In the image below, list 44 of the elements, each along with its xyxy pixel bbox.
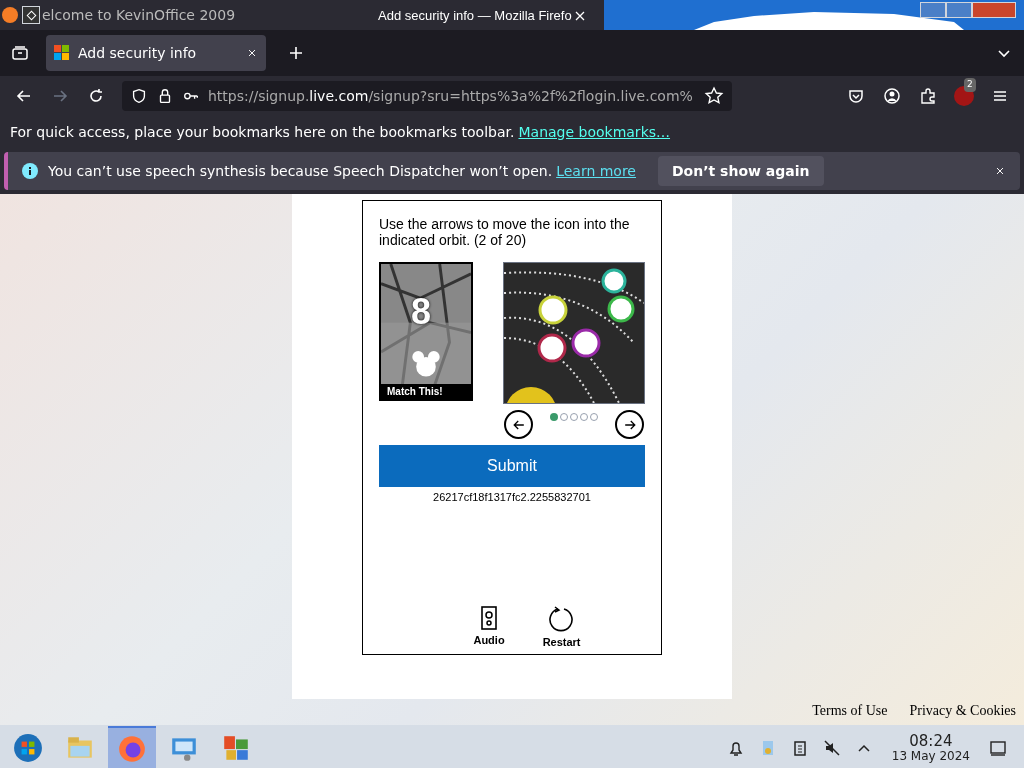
close-notification-icon[interactable] [994,165,1006,177]
browser-tab[interactable]: Add security info [46,35,266,71]
session-id: 26217cf18f1317fc2.2255832701 [432,490,592,505]
url-text: https://signup.live.com/signup?sru=https%3a%2f%2flogin.live.com% [208,86,694,106]
manage-bookmarks-link[interactable]: Manage bookmarks… [518,121,671,143]
restart-icon [548,605,575,632]
info-icon [22,163,38,179]
captcha-instructions: Use the arrows to move the icon into the indicated orbit. (2 of 20) [379,216,631,248]
tab-list-icon[interactable] [10,43,30,63]
mute-icon[interactable] [821,738,842,758]
microsoft-logo-icon [54,45,70,61]
extension-badge: 2 [964,78,976,92]
show-desktop-icon[interactable] [988,738,1008,758]
window-title: Add security info — Mozilla Firefo [378,7,572,25]
extensions-icon[interactable] [918,86,938,106]
clock-time[interactable]: 08:24 [909,734,953,749]
address-bar[interactable]: https://signup.live.com/signup?sru=https%3a%2f%2flogin.live.com% [122,81,732,111]
window-icon [2,7,18,23]
bookmarks-hint: For quick access, place your bookmarks here on the bookmarks toolbar. [10,122,515,142]
footer-link[interactable]: Terms of Use [812,700,888,721]
audio-button[interactable]: Audio [473,605,505,650]
window-menu-icon[interactable] [22,6,40,24]
right-arrow-button[interactable] [615,410,644,439]
footer-link[interactable]: Privacy & Cookies [909,700,1016,721]
left-arrow-button[interactable] [504,410,533,439]
notification-text: You can’t use speech synthesis because Speech Dispatcher won’t open. [48,161,553,181]
browser-taskbar-button[interactable] [108,726,156,768]
target-number: 8 [411,294,432,330]
start-icon [13,733,43,763]
submit-button[interactable]: Submit [379,445,645,487]
close-button[interactable] [972,2,1016,18]
learn-more-link[interactable]: Learn more [556,160,636,182]
close-tab-icon[interactable] [246,47,258,59]
shield-icon [130,87,148,105]
speaker-icon [480,605,499,630]
bookmark-star-icon[interactable] [704,86,724,106]
minimize-button[interactable] [920,2,946,18]
account-icon[interactable] [882,86,902,106]
restart-button[interactable]: Restart [542,605,581,650]
dont-show-again-button[interactable]: Don’t show again [658,156,824,186]
background-window-title: elcome to KevinOffice 2009 [42,5,236,25]
match-label: Match This! [381,384,471,399]
clock-date[interactable]: 13 May 2024 [891,750,970,762]
maximize-button[interactable] [946,2,972,18]
